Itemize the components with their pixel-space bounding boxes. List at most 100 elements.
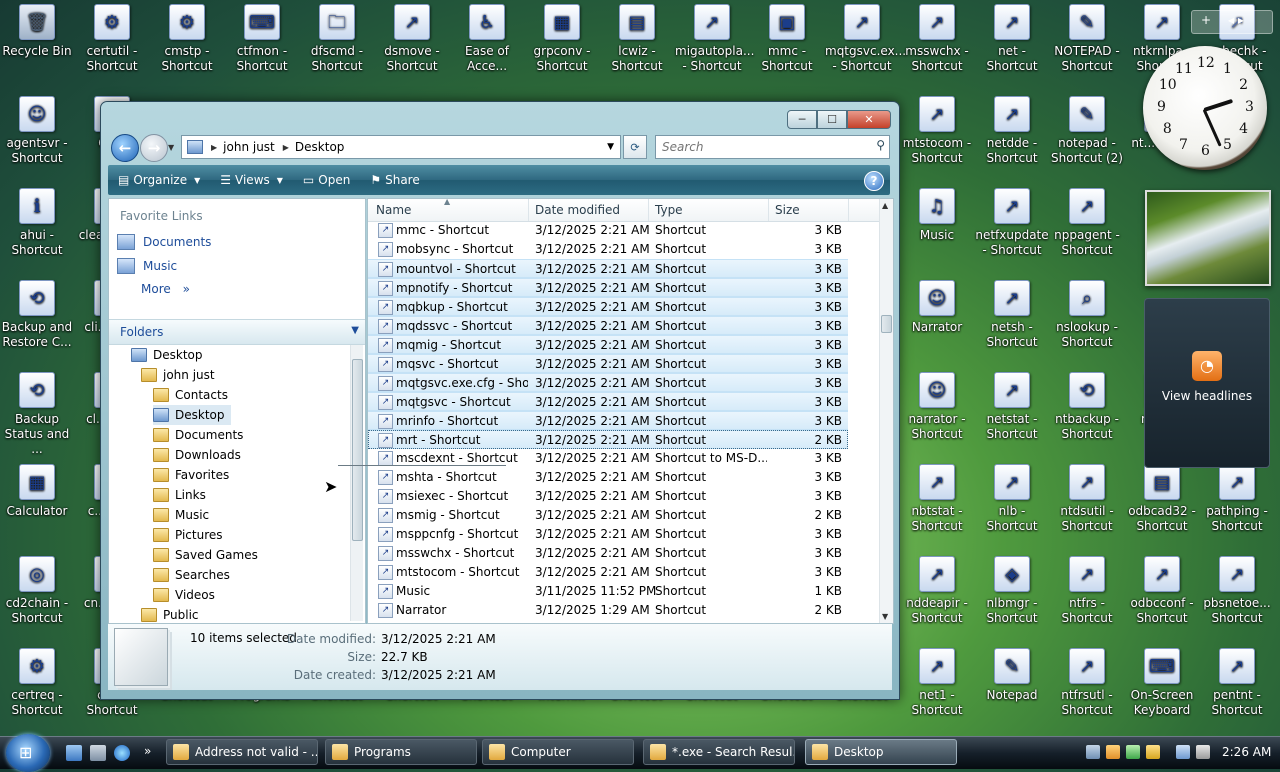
breadcrumb-desktop[interactable]: Desktop <box>295 140 345 154</box>
file-row[interactable]: ↗ mountvol - Shortcut 3/12/2025 2:21 AM Sho… <box>368 259 848 278</box>
desktop-icon[interactable]: ↗ netdde - Shortcut <box>975 94 1049 182</box>
open-button[interactable]: ▭ Open <box>293 166 360 194</box>
view-headlines-link[interactable]: View headlines <box>1145 389 1269 403</box>
file-row[interactable]: ↗ mrt - Shortcut 3/12/2025 2:21 AM Shortcut… <box>368 430 848 449</box>
start-button[interactable]: ⊞ <box>6 734 50 772</box>
column-separator[interactable] <box>528 199 529 221</box>
desktop-icon[interactable]: ℹ ahui - Shortcut <box>0 186 74 274</box>
file-row[interactable]: ↗ Music 3/11/2025 11:52 PM Shortcut 1 KB <box>368 582 848 601</box>
add-gadget-button[interactable]: + <box>1201 13 1211 27</box>
search-box[interactable]: ⚲ <box>655 135 890 159</box>
breadcrumb-john-just[interactable]: john just <box>223 140 275 154</box>
column-separator[interactable] <box>848 199 849 221</box>
column-name[interactable]: Name <box>376 203 411 217</box>
scroll-down-icon[interactable]: ▼ <box>882 612 888 621</box>
tree-item[interactable]: Desktop <box>153 405 231 425</box>
file-row[interactable]: ↗ msswchx - Shortcut 3/12/2025 2:21 AM Shor… <box>368 544 848 563</box>
desktop-icon[interactable]: ⟲ Backup Status and ... <box>0 370 74 458</box>
desktop-icon[interactable]: ↗ netfxupdate - Shortcut <box>975 186 1049 274</box>
maximize-button[interactable]: ☐ <box>817 110 847 129</box>
slideshow-gadget[interactable] <box>1145 190 1271 286</box>
desktop-icon[interactable]: ◎ cd2chain - Shortcut <box>0 554 74 642</box>
list-scrollbar[interactable]: ▲ ▼ <box>879 199 893 623</box>
favorite-link-music[interactable]: Music <box>117 256 177 276</box>
desktop-icon[interactable]: ⌨ On-Screen Keyboard <box>1125 646 1199 734</box>
column-size[interactable]: Size <box>775 203 800 217</box>
desktop-icon[interactable]: ☺ narrator - Shortcut <box>900 370 974 458</box>
taskbar-button[interactable]: *.exe - Search Resul... <box>643 739 795 765</box>
recent-pages-dropdown[interactable]: ▼ <box>168 143 174 152</box>
desktop-icon[interactable]: ↗ netstat - Shortcut <box>975 370 1049 458</box>
organize-button[interactable]: ▤ Organize ▼ <box>108 166 210 194</box>
tree-item[interactable]: Saved Games <box>153 545 258 565</box>
desktop-icon[interactable]: ↗ net1 - Shortcut <box>900 646 974 734</box>
desktop-icon[interactable]: ⌨ ctfmon - Shortcut <box>225 2 299 90</box>
desktop-icon[interactable]: ↗ nbtstat - Shortcut <box>900 462 974 550</box>
desktop-icon[interactable]: ✎ Notepad <box>975 646 1049 734</box>
security-shield-icon[interactable] <box>1106 745 1120 759</box>
desktop-icon[interactable]: ↗ dsmove - Shortcut <box>375 2 449 90</box>
address-dropdown-icon[interactable]: ▼ <box>607 142 614 152</box>
quicklaunch-more-icon[interactable]: » <box>144 744 151 758</box>
file-row[interactable]: ↗ mqtgsvc - Shortcut 3/12/2025 2:21 AM Shor… <box>368 392 848 411</box>
file-row[interactable]: ↗ mqsvc - Shortcut 3/12/2025 2:21 AM Shortc… <box>368 354 848 373</box>
desktop-icon[interactable]: ♿ Ease of Acce... <box>450 2 524 90</box>
desktop-icon[interactable]: ▣ mmc - Shortcut <box>750 2 824 90</box>
file-row[interactable]: ↗ mpnotify - Shortcut 3/12/2025 2:21 AM Sho… <box>368 278 848 297</box>
desktop-icon[interactable]: ♫ Music <box>900 186 974 274</box>
views-button[interactable]: ☰ Views ▼ <box>210 166 293 194</box>
desktop-icon[interactable]: ↗ netsh - Shortcut <box>975 278 1049 366</box>
tree-item[interactable]: Downloads <box>153 445 241 465</box>
tree-item[interactable]: Music <box>153 505 209 525</box>
search-icon[interactable]: ⚲ <box>876 138 885 152</box>
clock-gadget[interactable]: 12 1 2 3 4 5 6 7 8 9 10 11 <box>1143 46 1267 170</box>
desktop-icon[interactable]: ✎ notepad - Shortcut (2) <box>1050 94 1124 182</box>
switch-windows-icon[interactable] <box>90 745 106 761</box>
desktop-icon[interactable]: 🗀 dfscmd - Shortcut <box>300 2 374 90</box>
tree-scrollbar[interactable] <box>350 345 363 621</box>
address-separator[interactable]: ▶ <box>283 143 289 152</box>
column-separator[interactable] <box>768 199 769 221</box>
volume-muted-icon[interactable] <box>1196 745 1210 759</box>
desktop-icon[interactable]: ↗ ntfrs - Shortcut <box>1050 554 1124 642</box>
desktop-icon[interactable]: ⌕ nslookup - Shortcut <box>1050 278 1124 366</box>
file-row[interactable]: ↗ mqbkup - Shortcut 3/12/2025 2:21 AM Short… <box>368 297 848 316</box>
file-row[interactable]: ↗ mqmig - Shortcut 3/12/2025 2:21 AM Shortc… <box>368 335 848 354</box>
desktop-icon[interactable]: ⟲ ntbackup - Shortcut <box>1050 370 1124 458</box>
file-row[interactable]: ↗ mqdssvc - Shortcut 3/12/2025 2:21 AM Shor… <box>368 316 848 335</box>
address-bar[interactable]: ▶ john just ▶ Desktop ▼ <box>181 135 621 159</box>
more-links-button[interactable]: More » <box>141 282 190 296</box>
favorite-link-documents[interactable]: Documents <box>117 232 211 252</box>
desktop-icon[interactable]: ↗ net - Shortcut <box>975 2 1049 90</box>
desktop-icon[interactable]: ↗ mqtgsvc.ex... - Shortcut <box>825 2 906 90</box>
help-button[interactable]: ? <box>864 171 884 191</box>
column-type[interactable]: Type <box>655 203 683 217</box>
desktop-icon[interactable]: ↗ pathping - Shortcut <box>1200 462 1274 550</box>
desktop-icon[interactable]: ↗ nddeapir - Shortcut <box>900 554 974 642</box>
column-date-modified[interactable]: Date modified <box>535 203 620 217</box>
file-row[interactable]: ↗ mmc - Shortcut 3/12/2025 2:21 AM Shortcut… <box>368 221 848 240</box>
tree-item[interactable]: Searches <box>153 565 230 585</box>
scrollbar-thumb[interactable] <box>881 315 892 333</box>
desktop-icon[interactable]: ▤ lcwiz - Shortcut <box>600 2 674 90</box>
desktop-icon[interactable]: ↗ msswchx - Shortcut <box>900 2 974 90</box>
internet-explorer-icon[interactable] <box>114 745 130 761</box>
back-button[interactable]: ← <box>111 134 139 162</box>
gadget-nav-arrows[interactable]: ◂ ▸ <box>1228 13 1244 27</box>
safely-remove-icon[interactable] <box>1126 745 1140 759</box>
desktop-icon[interactable]: ↗ nlb - Shortcut <box>975 462 1049 550</box>
taskbar-button[interactable]: Address not valid - ... <box>166 739 318 765</box>
desktop-icon[interactable]: ↗ mtstocom - Shortcut <box>900 94 974 182</box>
close-button[interactable]: ✕ <box>847 110 891 129</box>
forward-button[interactable]: → <box>140 134 168 162</box>
share-button[interactable]: ⚑ Share <box>360 166 429 194</box>
desktop-icon[interactable]: ▦ Calculator <box>0 462 74 550</box>
desktop-icon[interactable]: ↗ odbcconf - Shortcut <box>1125 554 1199 642</box>
desktop-icon[interactable]: ⟲ Backup and Restore C... <box>0 278 74 366</box>
file-row[interactable]: ↗ mrinfo - Shortcut 3/12/2025 2:21 AM Short… <box>368 411 848 430</box>
file-row[interactable]: ↗ msmig - Shortcut 3/12/2025 2:21 AM Shortc… <box>368 506 848 525</box>
file-row[interactable]: ↗ mshta - Shortcut 3/12/2025 2:21 AM Shortc… <box>368 468 848 487</box>
desktop-icon[interactable]: ↗ nppagent - Shortcut <box>1050 186 1124 274</box>
file-row[interactable]: ↗ mtstocom - Shortcut 3/12/2025 2:21 AM Sho… <box>368 563 848 582</box>
taskbar-button[interactable]: Programs <box>325 739 477 765</box>
